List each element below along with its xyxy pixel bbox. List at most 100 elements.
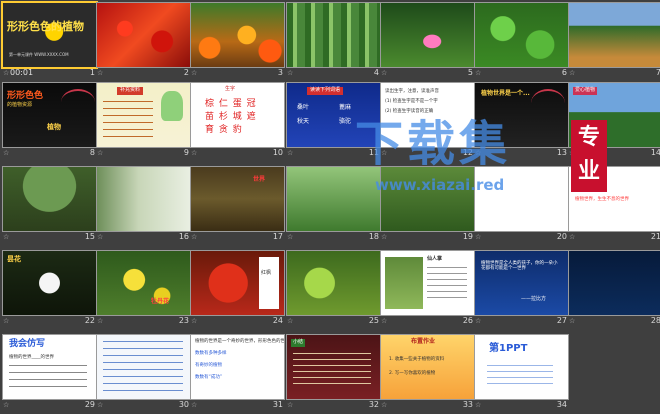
slide-thumbnail[interactable]: 小结 ☆ 32: [286, 334, 381, 414]
slide-preview[interactable]: 昙花: [2, 250, 97, 316]
slide-thumbnail[interactable]: 植物世界是一个... ☆ 13: [474, 82, 569, 162]
slide-preview[interactable]: 布置作业 1. 收集一些关于植物的资料 2. 写一写你喜欢的植物: [380, 334, 475, 400]
slide-number: 5: [467, 68, 473, 77]
slide-thumbnail[interactable]: ☆ 3: [190, 2, 285, 82]
slide-preview[interactable]: 爱心植物: [568, 82, 660, 148]
slide-preview[interactable]: [96, 166, 191, 232]
slide-preview[interactable]: 世界: [190, 166, 285, 232]
slide-thumbnail[interactable]: 第1PPT ☆ 34: [474, 334, 569, 414]
slide-thumbnail[interactable]: 牡丹花 ☆ 23: [96, 250, 191, 330]
slide-preview[interactable]: [2, 166, 97, 232]
slide-thumbnail[interactable]: 补充资料 ☆ 9: [96, 82, 191, 162]
slide-transition-icon: ☆: [569, 69, 576, 77]
slide-transition-icon: ☆: [287, 149, 294, 157]
slide-preview[interactable]: 植物世界是全人类的孩子，你的一朵小花都有可能是个一世界 ——拉比方: [474, 250, 569, 316]
slide-transition-icon: ☆: [3, 401, 10, 409]
slide-thumbnail[interactable]: ☆ 6: [474, 2, 569, 82]
slide-preview[interactable]: [286, 250, 381, 316]
slide-thumbnail[interactable]: 布置作业 1. 收集一些关于植物的资料 2. 写一写你喜欢的植物 ☆ 33: [380, 334, 475, 414]
slide-preview[interactable]: 读出生字，注意，读准声音 (1) 检查生字是不是一个字 (2) 检查生字读音的正确: [380, 82, 475, 148]
slide-number: 34: [556, 400, 567, 409]
slide-preview[interactable]: [568, 2, 660, 68]
slide-number: 28: [650, 316, 660, 325]
slide-preview[interactable]: 形形色色的植物 第一单元课件 WWW.XXXX.COM: [2, 2, 97, 68]
text-line: 读出生字，注意，读准声音: [385, 89, 439, 94]
slide-number: 6: [561, 68, 567, 77]
word-item: 桑叶: [297, 104, 310, 111]
slide-preview[interactable]: [380, 2, 475, 68]
text-panel: [259, 257, 279, 309]
slide-thumbnail[interactable]: ☆ 4: [286, 2, 381, 82]
slide-preview[interactable]: 小结: [286, 334, 381, 400]
text-line: 2. 写一写你喜欢的植物: [389, 371, 436, 376]
slide-preview[interactable]: [568, 250, 660, 316]
slide-title: 我会仿写: [9, 339, 46, 349]
text-line: [103, 129, 153, 130]
slide-preview[interactable]: 牡丹花: [96, 250, 191, 316]
slide-thumbnail[interactable]: ☆ 7: [568, 2, 660, 82]
slide-number: 23: [178, 316, 189, 325]
slide-label: 牡丹花: [151, 298, 170, 305]
slide-thumbnail[interactable]: ☆ 28: [568, 250, 660, 330]
slide-preview[interactable]: 形形色色 的植物资源 植物: [2, 82, 97, 148]
character-row: 育 贪 豹: [205, 125, 243, 135]
slide-number: 24: [272, 316, 283, 325]
slide-preview[interactable]: 植物世界是一个...: [474, 82, 569, 148]
slide-thumbnail[interactable]: ☆ 19: [380, 166, 475, 246]
slide-thumbnail[interactable]: 生字棕 仁 蛋 冠苗 杉 城 遮育 贪 豹 ☆ 10: [190, 82, 285, 162]
slide-preview[interactable]: [286, 166, 381, 232]
slide-thumbnail[interactable]: 读出生字，注意，读准声音 (1) 检查生字是不是一个字 (2) 检查生字读音的正确 ☆…: [380, 82, 475, 162]
slide-tag: 生字: [225, 86, 236, 92]
flower-string-icon: [61, 89, 95, 115]
slide-thumbnail[interactable]: 形形色色 的植物资源 植物 ☆ 8: [2, 82, 97, 162]
slide-thumbnail[interactable]: ☆ 2: [96, 2, 191, 82]
slide-preview[interactable]: [380, 166, 475, 232]
slide-preview[interactable]: 仙人掌: [380, 250, 475, 316]
text-line: [487, 371, 553, 372]
slide-thumbnail[interactable]: ☆ 5: [380, 2, 475, 82]
slide-thumbnail[interactable]: 形形色色的植物 第一单元课件 WWW.XXXX.COM ☆ 00:01 1: [2, 2, 97, 82]
slide-thumbnail[interactable]: 世界 ☆ 17: [190, 166, 285, 246]
slide-thumbnail[interactable]: ☆ 20: [474, 166, 569, 246]
slide-preview[interactable]: [286, 2, 381, 68]
slide-preview[interactable]: 植物的世界是一个奇妙的世界，形形色色的世界 数数有多种多样 有奇妙的植物 数数有“成功…: [190, 334, 285, 400]
text-line: [103, 122, 153, 123]
slide-preview[interactable]: 生字棕 仁 蛋 冠苗 杉 城 遮育 贪 豹: [190, 82, 285, 148]
slide-thumbnail[interactable]: 我会仿写 植物的世界____的世界 ☆ 29: [2, 334, 97, 414]
slide-thumbnail[interactable]: ☆ 25: [286, 250, 381, 330]
slide-title: 第1PPT: [489, 343, 528, 354]
slide-number: 3: [277, 68, 283, 77]
slide-label: 仙人掌: [427, 256, 443, 262]
slide-preview[interactable]: [474, 166, 569, 232]
slide-thumbnail[interactable]: 植物的世界是一个奇妙的世界，形形色色的世界 数数有多种多样 有奇妙的植物 数数有“成功…: [190, 334, 285, 414]
slide-transition-icon: ☆: [475, 401, 482, 409]
slide-transition-icon: ☆: [381, 401, 388, 409]
slide-number: 19: [462, 232, 473, 241]
slide-thumbnail[interactable]: 红枫 ☆ 24: [190, 250, 285, 330]
slide-title: 爱心植物: [573, 87, 598, 95]
slide-number: 15: [84, 232, 95, 241]
slide-preview[interactable]: 我会仿写 植物的世界____的世界: [2, 334, 97, 400]
slide-preview[interactable]: [96, 334, 191, 400]
slide-thumbnail[interactable]: ☆ 18: [286, 166, 381, 246]
slide-thumbnail[interactable]: 昙花 ☆ 22: [2, 250, 97, 330]
slide-number: 31: [272, 400, 283, 409]
slide-thumbnail[interactable]: 读读下列词语 桑叶 蓖麻 秋天 骆驼 ☆ 11: [286, 82, 381, 162]
slide-preview[interactable]: 红枫: [190, 250, 285, 316]
slide-thumbnail[interactable]: 爱心植物 ☆ 14: [568, 82, 660, 162]
slide-preview[interactable]: 补充资料: [96, 82, 191, 148]
slide-thumbnail[interactable]: ☆ 16: [96, 166, 191, 246]
slide-thumbnail[interactable]: 植物世界，生生不息的世界 ☆ 21: [568, 166, 660, 246]
slide-preview[interactable]: [96, 2, 191, 68]
slide-preview[interactable]: [474, 2, 569, 68]
slide-title: 植物世界是一个...: [481, 90, 530, 97]
slide-preview[interactable]: [190, 2, 285, 68]
slide-thumbnail[interactable]: ☆ 30: [96, 334, 191, 414]
slide-preview[interactable]: 第1PPT: [474, 334, 569, 400]
slide-thumbnail[interactable]: 仙人掌 ☆ 26: [380, 250, 475, 330]
cartoon-figure-icon: [161, 91, 183, 121]
slide-preview[interactable]: 读读下列词语 桑叶 蓖麻 秋天 骆驼: [286, 82, 381, 148]
slide-preview[interactable]: 植物世界，生生不息的世界: [568, 166, 660, 232]
slide-thumbnail[interactable]: 植物世界是全人类的孩子，你的一朵小花都有可能是个一世界 ——拉比方 ☆ 27: [474, 250, 569, 330]
slide-thumbnail[interactable]: ☆ 15: [2, 166, 97, 246]
